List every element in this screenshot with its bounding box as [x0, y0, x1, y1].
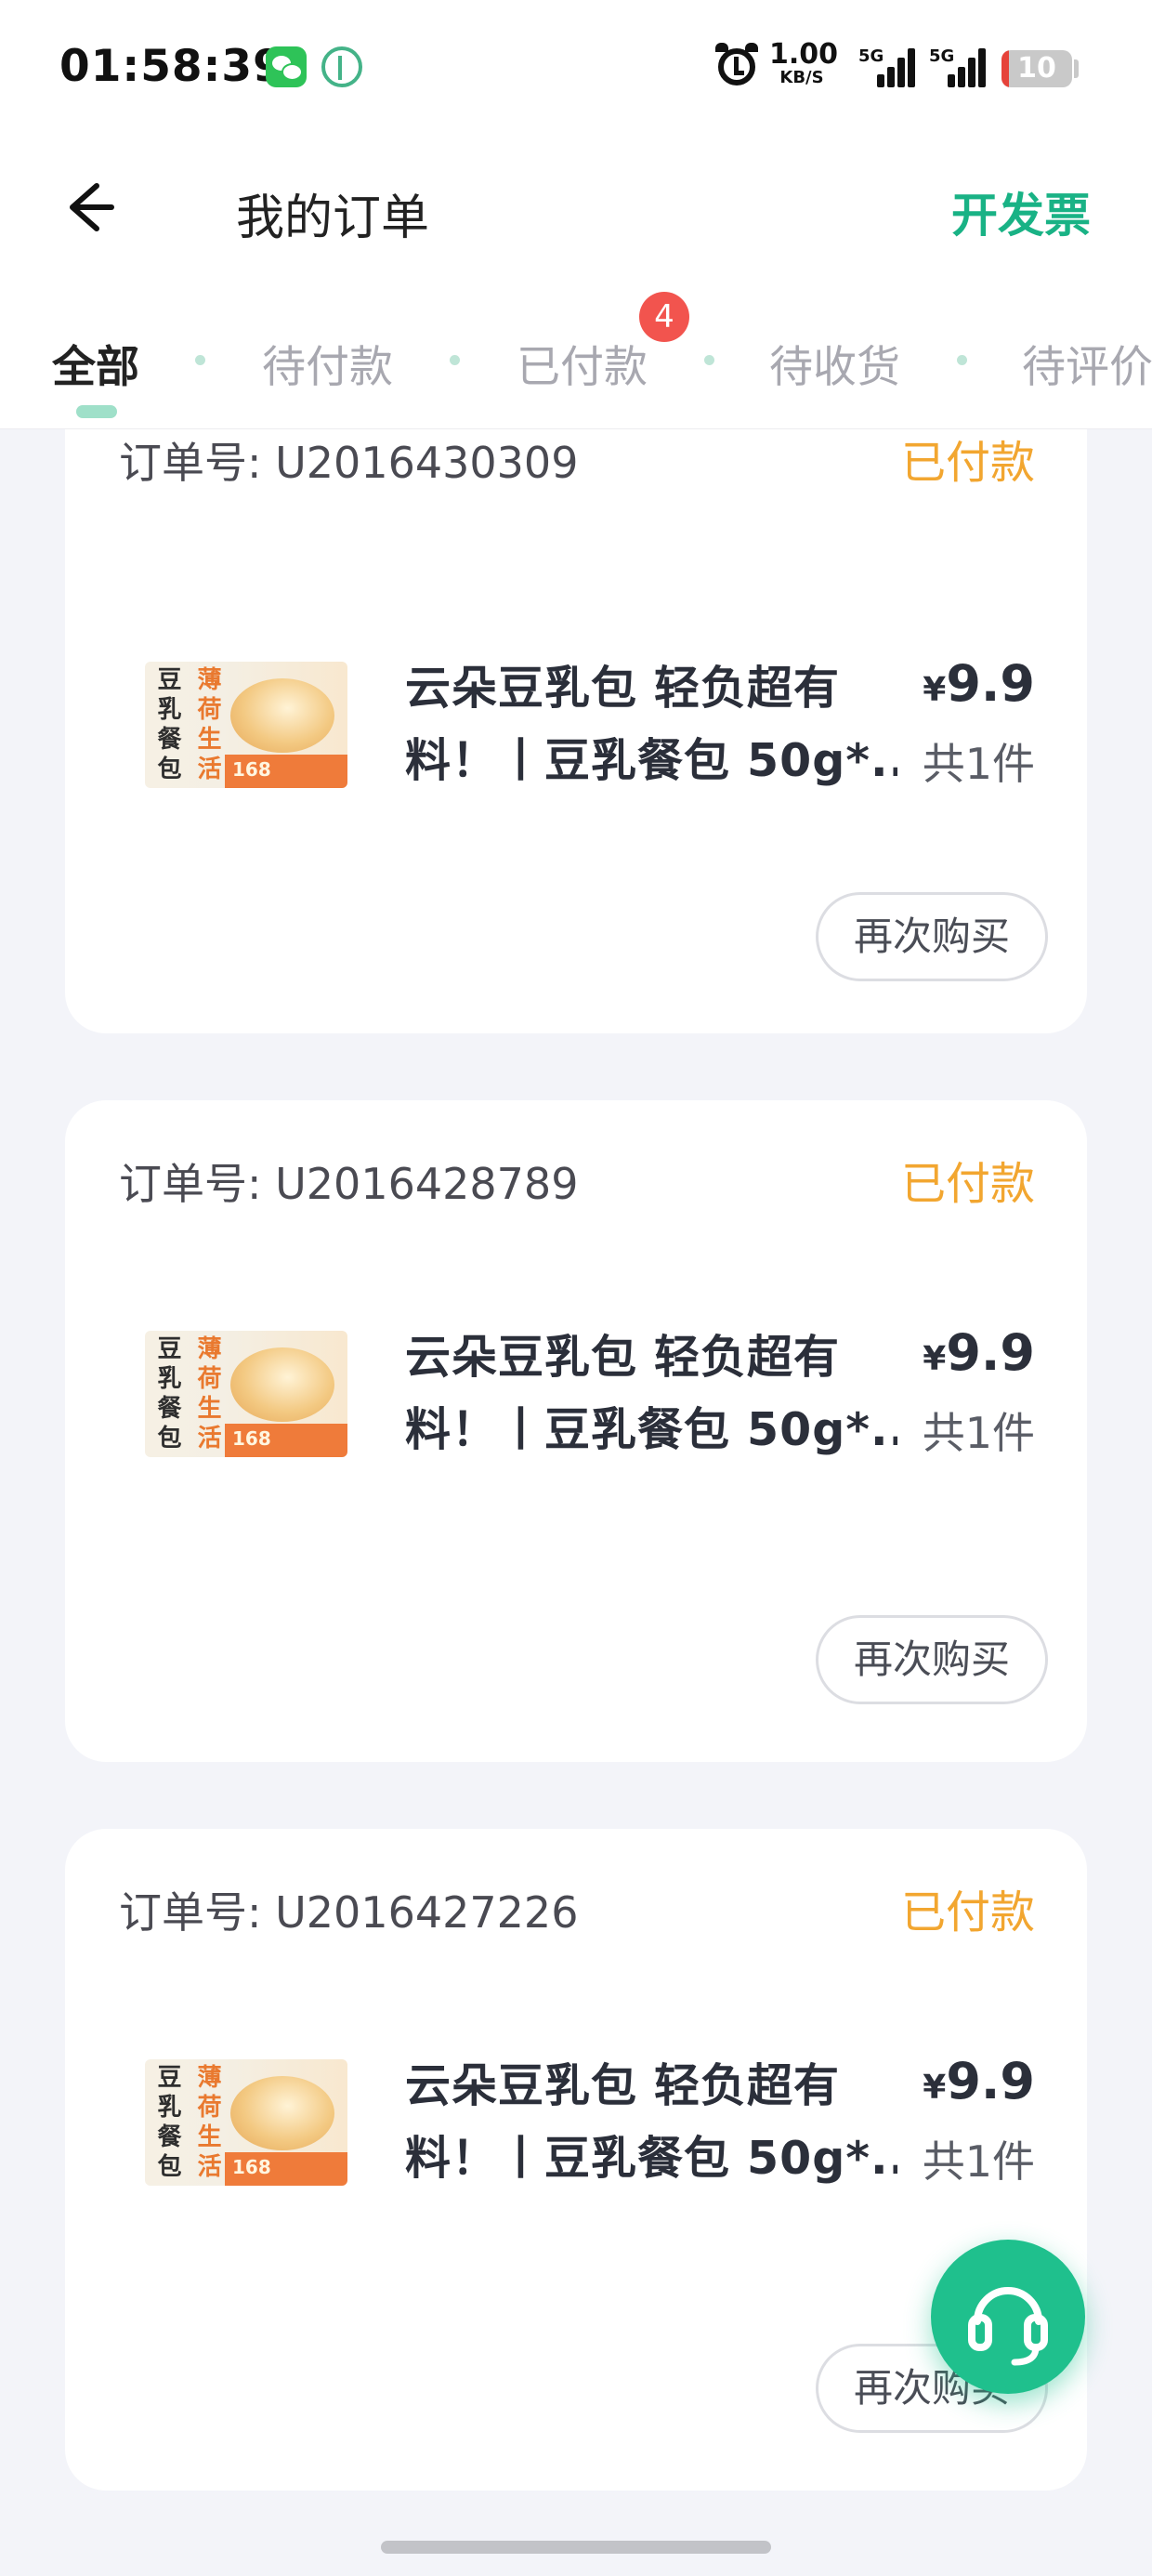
order-status: 已付款	[900, 437, 1035, 489]
active-tab-indicator	[76, 405, 117, 418]
home-indicator[interactable]	[381, 2541, 771, 2554]
thumb-char: 餐	[157, 2123, 182, 2151]
headset-icon	[968, 2287, 1048, 2366]
tab-separator-dot	[704, 355, 714, 365]
product-name[interactable]: 云朵豆乳包 轻负超有 料！丨豆乳餐包 50g*...	[405, 652, 897, 797]
product-thumbnail[interactable]: 豆 乳 餐 包 薄 荷 生 活 168	[145, 1331, 347, 1457]
thumb-char: 生	[197, 2123, 222, 2151]
tab-paid[interactable]: 已付款	[517, 331, 648, 395]
price-amount: 9.9	[946, 1323, 1035, 1382]
network-speed: 1.00 KB/S	[769, 38, 839, 91]
arrow-left-icon[interactable]	[56, 175, 121, 240]
page-title: 我的订单	[236, 191, 430, 246]
tab-all[interactable]: 全部	[52, 331, 139, 395]
product-name-line: 云朵豆乳包 轻负超有	[405, 662, 841, 715]
order-status: 已付款	[900, 1886, 1035, 1939]
signal-sim2-icon: 5G	[929, 41, 988, 91]
package-tag: 168	[232, 1427, 271, 1450]
product-price: ¥9.9	[923, 654, 1035, 713]
thumb-char: 包	[157, 756, 182, 783]
network-speed-unit: KB/S	[779, 68, 824, 87]
invoice-button[interactable]: 开发票	[951, 178, 1091, 245]
tab-paid-badge: 4	[639, 292, 689, 342]
wechat-icon	[266, 46, 307, 87]
thumb-char: 乳	[157, 1365, 182, 1393]
thumb-char: 包	[157, 1425, 182, 1452]
status-bar: 01:58:39 1.00 KB/S 5G 5G 10	[0, 0, 1152, 138]
thumb-char: 乳	[157, 2094, 182, 2122]
thumb-char: 荷	[197, 1365, 222, 1393]
tab-pending-review[interactable]: 待评价	[1022, 331, 1152, 395]
product-name[interactable]: 云朵豆乳包 轻负超有 料！丨豆乳餐包 50g*...	[405, 1321, 897, 1466]
product-price: ¥9.9	[923, 2052, 1035, 2110]
thumb-char: 荷	[197, 2094, 222, 2122]
thumb-char: 荷	[197, 696, 222, 724]
thumb-char: 生	[197, 1395, 222, 1423]
bread-image	[230, 678, 334, 753]
product-thumbnail[interactable]: 豆 乳 餐 包 薄 荷 生 活 168	[145, 2059, 347, 2186]
tab-separator-dot	[450, 355, 460, 365]
tab-pending-receipt[interactable]: 待收货	[769, 331, 900, 395]
price-currency: ¥	[923, 1340, 947, 1378]
thumb-char: 豆	[157, 666, 182, 694]
page-header: 我的订单 开发票	[0, 138, 1152, 279]
order-status-tabs: 全部 待付款 已付款 4 待收货 待评价	[0, 279, 1152, 429]
battery-level: 10	[1017, 52, 1056, 85]
order-number: 订单号: U2016428789	[119, 1159, 579, 1209]
item-quantity: 共1件	[922, 1408, 1035, 1458]
price-amount: 9.9	[946, 654, 1035, 713]
thumb-char: 包	[157, 2153, 182, 2181]
tab-separator-dot	[957, 355, 967, 365]
product-name[interactable]: 云朵豆乳包 轻负超有 料！丨豆乳餐包 50g*...	[405, 2050, 897, 2195]
tab-pending-payment[interactable]: 待付款	[262, 331, 393, 395]
thumb-char: 薄	[197, 666, 222, 694]
thumb-char: 乳	[157, 696, 182, 724]
rebuy-button[interactable]: 再次购买	[816, 892, 1048, 981]
battery-tip	[1074, 59, 1079, 78]
thumb-char: 豆	[157, 2064, 182, 2092]
battery-icon: 10	[1001, 50, 1072, 87]
customer-service-button[interactable]	[931, 2240, 1085, 2394]
sim1-network-label: 5G	[858, 46, 884, 66]
order-number: 订单号: U2016427226	[119, 1887, 579, 1938]
item-quantity: 共1件	[922, 739, 1035, 789]
price-currency: ¥	[923, 2069, 947, 2107]
product-thumbnail[interactable]: 豆 乳 餐 包 薄 荷 生 活 168	[145, 662, 347, 788]
tab-separator-dot	[195, 355, 205, 365]
product-name-line: 云朵豆乳包 轻负超有	[405, 2059, 841, 2112]
package-tag: 168	[232, 2156, 271, 2178]
thumb-char: 活	[197, 2153, 222, 2181]
bread-image	[230, 1347, 334, 1422]
order-card: 订单号: U2016430309 已付款 豆 乳 餐 包 薄 荷 生 活 168…	[65, 372, 1087, 1033]
app-notification-icon	[321, 46, 362, 87]
sim2-network-label: 5G	[929, 46, 955, 66]
thumb-char: 餐	[157, 1395, 182, 1423]
order-number: 订单号: U2016430309	[119, 438, 579, 488]
product-name-line: 云朵豆乳包 轻负超有	[405, 1331, 841, 1384]
rebuy-button[interactable]: 再次购买	[816, 1615, 1048, 1704]
order-status: 已付款	[900, 1158, 1035, 1210]
package-tag: 168	[232, 758, 271, 781]
price-currency: ¥	[923, 671, 947, 709]
thumb-char: 豆	[157, 1335, 182, 1363]
thumb-char: 活	[197, 756, 222, 783]
item-quantity: 共1件	[922, 2136, 1035, 2187]
thumb-char: 餐	[157, 726, 182, 754]
product-name-line: 料！丨豆乳餐包 50g*...	[405, 2132, 897, 2185]
thumb-char: 薄	[197, 1335, 222, 1363]
alarm-clock-icon	[713, 41, 760, 91]
status-time: 01:58:39	[59, 41, 284, 92]
product-price: ¥9.9	[923, 1323, 1035, 1382]
network-speed-value: 1.00	[769, 38, 839, 71]
bread-image	[230, 2076, 334, 2150]
product-name-line: 料！丨豆乳餐包 50g*...	[405, 1403, 897, 1456]
thumb-char: 活	[197, 1425, 222, 1452]
thumb-char: 薄	[197, 2064, 222, 2092]
order-card: 订单号: U2016428789 已付款 豆 乳 餐 包 薄 荷 生 活 168…	[65, 1100, 1087, 1762]
signal-sim1-icon: 5G	[858, 41, 918, 91]
price-amount: 9.9	[946, 2052, 1035, 2110]
product-name-line: 料！丨豆乳餐包 50g*...	[405, 734, 897, 787]
thumb-char: 生	[197, 726, 222, 754]
